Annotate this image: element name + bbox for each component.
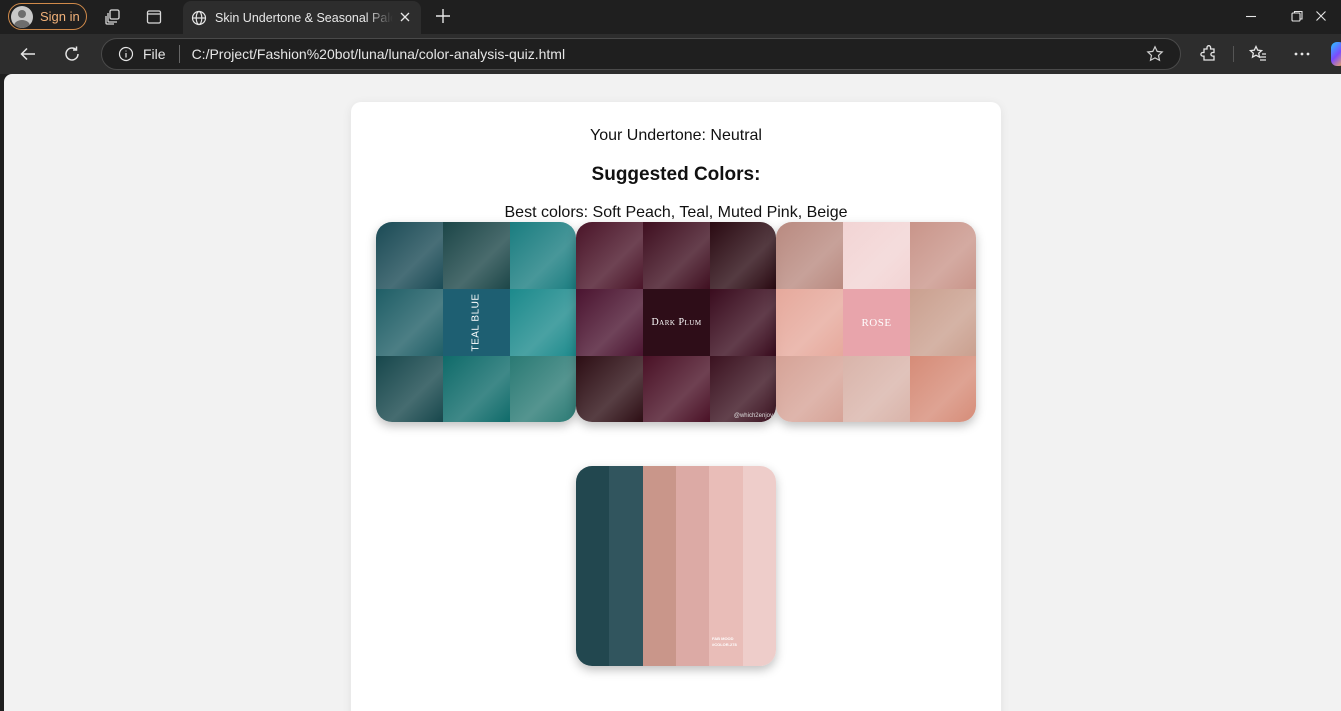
address-scheme-label: File bbox=[143, 46, 166, 62]
swatch-cell bbox=[710, 289, 776, 356]
watermark-text: @which2enjoy bbox=[733, 413, 773, 419]
swatch-cell bbox=[510, 356, 576, 422]
new-tab-icon[interactable] bbox=[433, 6, 453, 26]
swatch-cell bbox=[443, 356, 510, 422]
swatch-cell bbox=[576, 356, 643, 422]
back-arrow-icon[interactable] bbox=[18, 44, 38, 64]
rose-swatch: ROSE bbox=[776, 222, 976, 422]
swatch-cell bbox=[576, 289, 643, 356]
swatch-cell bbox=[376, 222, 443, 289]
minimize-icon[interactable] bbox=[1243, 8, 1259, 24]
swatch-cell bbox=[576, 222, 643, 289]
tab-strip: Sign in Skin Undertone & Seasonal Palett… bbox=[0, 0, 1341, 34]
suggested-colors-heading: Suggested Colors: bbox=[591, 164, 761, 185]
active-tab[interactable]: Skin Undertone & Seasonal Palette bbox=[183, 1, 421, 34]
palette-tag-line2: #COLOR-278 bbox=[712, 642, 737, 647]
swatch-center-cell: TEAL BLUE bbox=[443, 289, 510, 356]
favorite-star-icon[interactable] bbox=[1146, 45, 1164, 63]
rose-label: ROSE bbox=[861, 316, 892, 329]
teal-blue-swatch: TEAL BLUE bbox=[376, 222, 576, 422]
swatch-cell bbox=[376, 356, 443, 422]
swatch-cell bbox=[910, 222, 976, 289]
swatch-cell bbox=[910, 356, 976, 422]
swatch-cell bbox=[776, 356, 843, 422]
swatch-cell bbox=[776, 222, 843, 289]
close-tab-icon[interactable] bbox=[397, 9, 413, 25]
swatch-cell: @which2enjoy bbox=[710, 356, 776, 422]
vertical-tabs-icon[interactable] bbox=[144, 7, 164, 27]
sign-in-label: Sign in bbox=[40, 9, 80, 24]
close-window-icon[interactable] bbox=[1313, 8, 1329, 24]
swatch-cell bbox=[643, 222, 710, 289]
undertone-result: Your Undertone: Neutral bbox=[590, 127, 762, 144]
dark-plum-swatch: Dark Plum @which2enjoy bbox=[576, 222, 776, 422]
address-bar[interactable]: File C:/Project/Fashion%20bot/luna/luna/… bbox=[101, 38, 1181, 70]
palette-stripe bbox=[642, 466, 676, 666]
address-separator bbox=[178, 45, 180, 63]
refresh-icon[interactable] bbox=[62, 44, 82, 64]
rose-collage: ROSE bbox=[776, 222, 976, 422]
dark-plum-collage: Dark Plum @which2enjoy bbox=[576, 222, 776, 422]
globe-icon bbox=[191, 10, 207, 25]
tab-title: Skin Undertone & Seasonal Palette bbox=[215, 10, 393, 25]
swatch-cell bbox=[510, 222, 576, 289]
copilot-icon[interactable] bbox=[1331, 42, 1341, 66]
swatch-cell bbox=[643, 356, 710, 422]
extensions-puzzle-icon[interactable] bbox=[1199, 44, 1219, 64]
profile-avatar-icon bbox=[11, 5, 33, 28]
workspaces-icon[interactable] bbox=[103, 7, 123, 27]
palette-stripe bbox=[609, 466, 643, 666]
swatch-center-cell: Dark Plum bbox=[643, 289, 710, 356]
swatch-center-cell: ROSE bbox=[843, 289, 910, 356]
swatch-cell bbox=[376, 289, 443, 356]
swatch-cell bbox=[910, 289, 976, 356]
swatch-cell bbox=[843, 356, 910, 422]
swatch-cell bbox=[776, 289, 843, 356]
palette-tag: FAB MOOD #COLOR-278 bbox=[712, 636, 737, 648]
teal-blue-collage: TEAL BLUE bbox=[376, 222, 576, 422]
result-card: Your Undertone: Neutral Suggested Colors… bbox=[351, 102, 1001, 711]
swatch-cell bbox=[710, 222, 776, 289]
palette-stripe bbox=[675, 466, 710, 666]
favorites-icon[interactable] bbox=[1248, 44, 1268, 64]
page-viewport: Your Undertone: Neutral Suggested Colors… bbox=[4, 74, 1341, 711]
best-colors-text: Best colors: Soft Peach, Teal, Muted Pin… bbox=[504, 204, 848, 221]
more-options-icon[interactable] bbox=[1292, 44, 1312, 64]
site-info-icon[interactable] bbox=[118, 46, 134, 62]
palette-stripe bbox=[742, 466, 776, 666]
restore-icon[interactable] bbox=[1289, 8, 1305, 24]
teal-blue-label: TEAL BLUE bbox=[470, 293, 482, 352]
dark-plum-label: Dark Plum bbox=[651, 317, 702, 328]
swatch-cell bbox=[443, 222, 510, 289]
browser-toolbar: File C:/Project/Fashion%20bot/luna/luna/… bbox=[0, 34, 1341, 74]
swatch-cell bbox=[510, 289, 576, 356]
palette-stripe bbox=[576, 466, 610, 666]
toolbar-divider bbox=[1233, 46, 1234, 62]
palette-stripes bbox=[576, 466, 776, 666]
palette-swatch: FAB MOOD #COLOR-278 bbox=[576, 466, 776, 666]
sign-in-button[interactable]: Sign in bbox=[8, 3, 87, 30]
address-url[interactable]: C:/Project/Fashion%20bot/luna/luna/color… bbox=[192, 46, 1146, 62]
swatch-cell bbox=[843, 222, 910, 289]
